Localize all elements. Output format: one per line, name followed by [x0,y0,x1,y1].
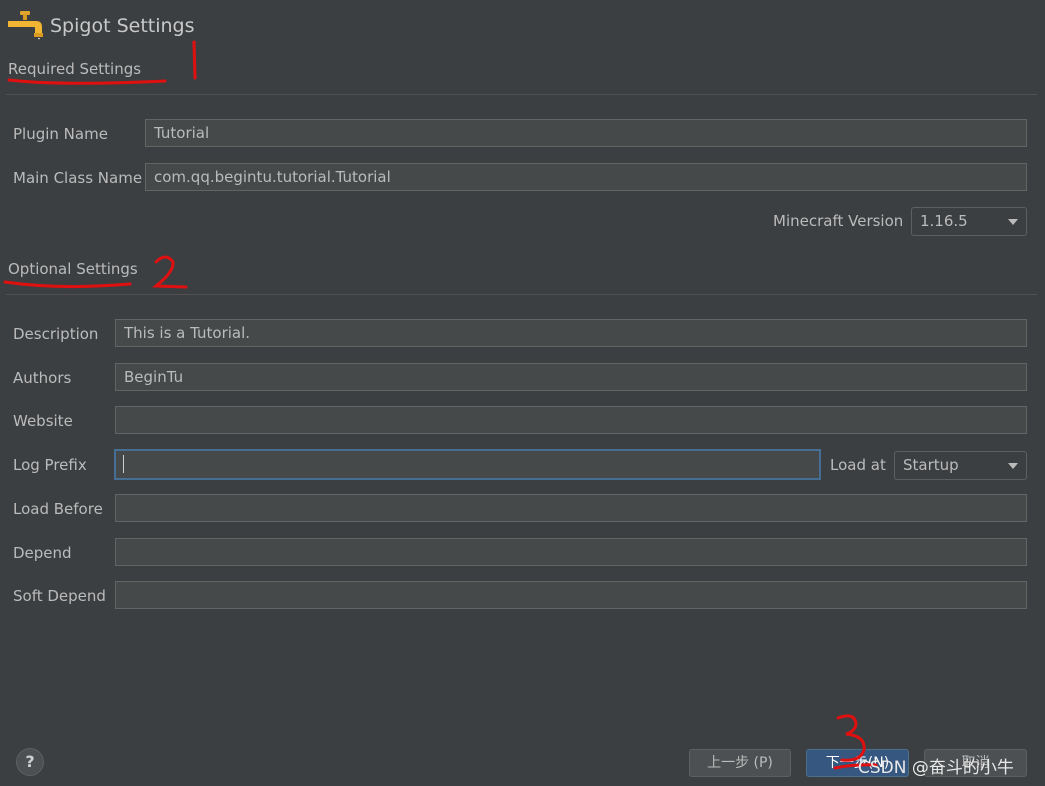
faucet-icon [8,11,43,40]
red-annotation-overlay [3,40,878,770]
optional-settings-heading: Optional Settings [8,260,138,278]
main-class-label: Main Class Name [13,169,143,187]
optional-separator [6,294,1037,295]
required-settings-heading: Required Settings [8,60,142,78]
annotation-mark-2 [151,255,188,289]
log-prefix-label: Log Prefix [13,456,87,474]
authors-label: Authors [13,369,72,387]
authors-field[interactable]: BeginTu [115,363,1027,391]
help-button[interactable]: ? [16,748,44,776]
description-label: Description [13,325,99,343]
dialog-header: Spigot Settings [6,8,195,44]
log-prefix-field[interactable] [114,449,821,480]
chevron-down-icon [1008,219,1018,225]
required-separator [6,94,1037,95]
text-caret [123,454,124,473]
minecraft-version-value: 1.16.5 [920,212,968,230]
depend-field[interactable] [115,538,1027,566]
plugin-name-field[interactable]: Tutorial [145,119,1027,147]
dialog-title: Spigot Settings [50,15,195,37]
chevron-down-icon [1008,463,1018,469]
underline-required [7,78,167,85]
load-at-select[interactable]: Startup [894,451,1027,480]
annotation-mark-1 [192,40,197,80]
load-before-label: Load Before [13,500,103,518]
csdn-watermark: CSDN @奋斗的小牛 [858,758,1014,778]
main-class-field[interactable]: com.qq.begintu.tutorial.Tutorial [145,163,1027,191]
underline-optional [3,280,132,289]
load-at-value: Startup [903,456,959,474]
spigot-settings-dialog: Spigot Settings Required Settings Plugin… [0,0,1045,786]
website-field[interactable] [115,406,1027,434]
plugin-name-label: Plugin Name [13,125,108,143]
depend-label: Depend [13,544,72,562]
minecraft-version-select[interactable]: 1.16.5 [911,207,1027,236]
load-before-field[interactable] [115,494,1027,522]
previous-button[interactable]: 上一步 (P) [689,749,791,777]
soft-depend-label: Soft Depend [13,587,106,605]
soft-depend-field[interactable] [115,581,1027,609]
minecraft-version-label: Minecraft Version [773,212,904,230]
description-field[interactable]: This is a Tutorial. [115,319,1027,347]
load-at-label: Load at [830,456,886,474]
website-label: Website [13,412,73,430]
